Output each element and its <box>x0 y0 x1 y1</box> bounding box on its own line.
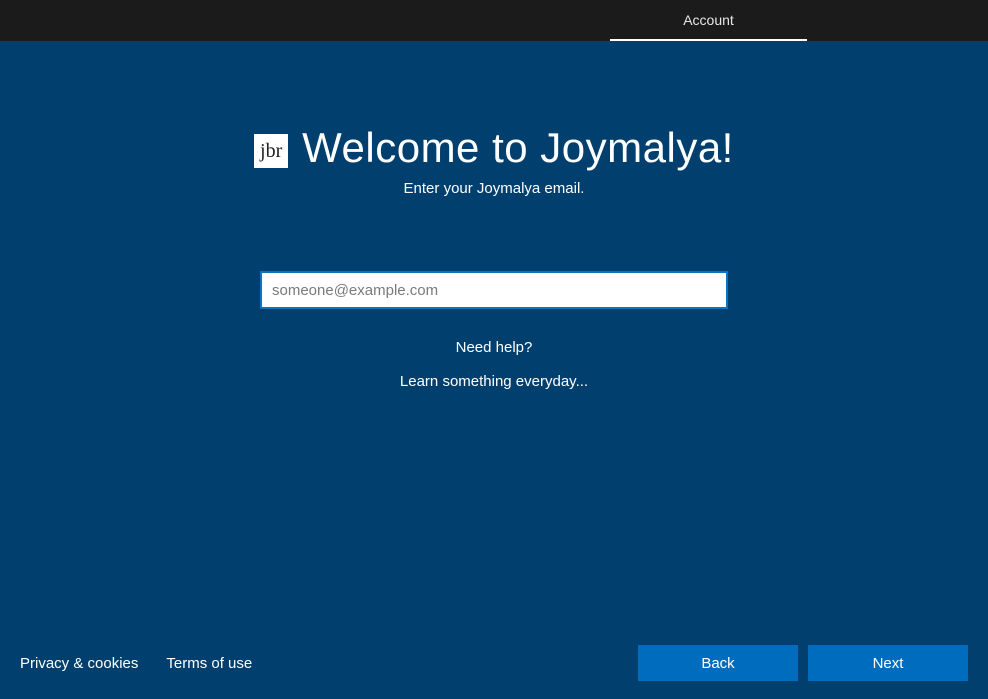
back-button[interactable]: Back <box>638 645 798 681</box>
page-title: Welcome to Joymalya! <box>302 124 734 172</box>
tab-account-label: Account <box>683 12 734 28</box>
brand-logo-text: jbr <box>260 136 282 166</box>
center-block: jbr Welcome to Joymalya! Enter your Joym… <box>0 124 988 390</box>
main-content: jbr Welcome to Joymalya! Enter your Joym… <box>0 42 988 699</box>
footer-links: Privacy & cookies Terms of use <box>20 655 252 672</box>
footer: Privacy & cookies Terms of use Back Next <box>0 645 988 681</box>
tagline: Learn something everyday... <box>400 373 588 390</box>
terms-of-use-link[interactable]: Terms of use <box>166 655 252 672</box>
next-button-label: Next <box>873 655 904 672</box>
brand-logo: jbr <box>254 134 288 168</box>
tab-account[interactable]: Account <box>610 0 807 41</box>
title-row: jbr Welcome to Joymalya! <box>254 124 734 172</box>
email-field[interactable] <box>260 271 728 309</box>
next-button[interactable]: Next <box>808 645 968 681</box>
footer-buttons: Back Next <box>638 645 968 681</box>
privacy-cookies-link[interactable]: Privacy & cookies <box>20 655 138 672</box>
subtitle: Enter your Joymalya email. <box>404 180 585 197</box>
top-bar: Account <box>0 0 988 41</box>
back-button-label: Back <box>701 655 734 672</box>
need-help-link[interactable]: Need help? <box>456 339 533 356</box>
